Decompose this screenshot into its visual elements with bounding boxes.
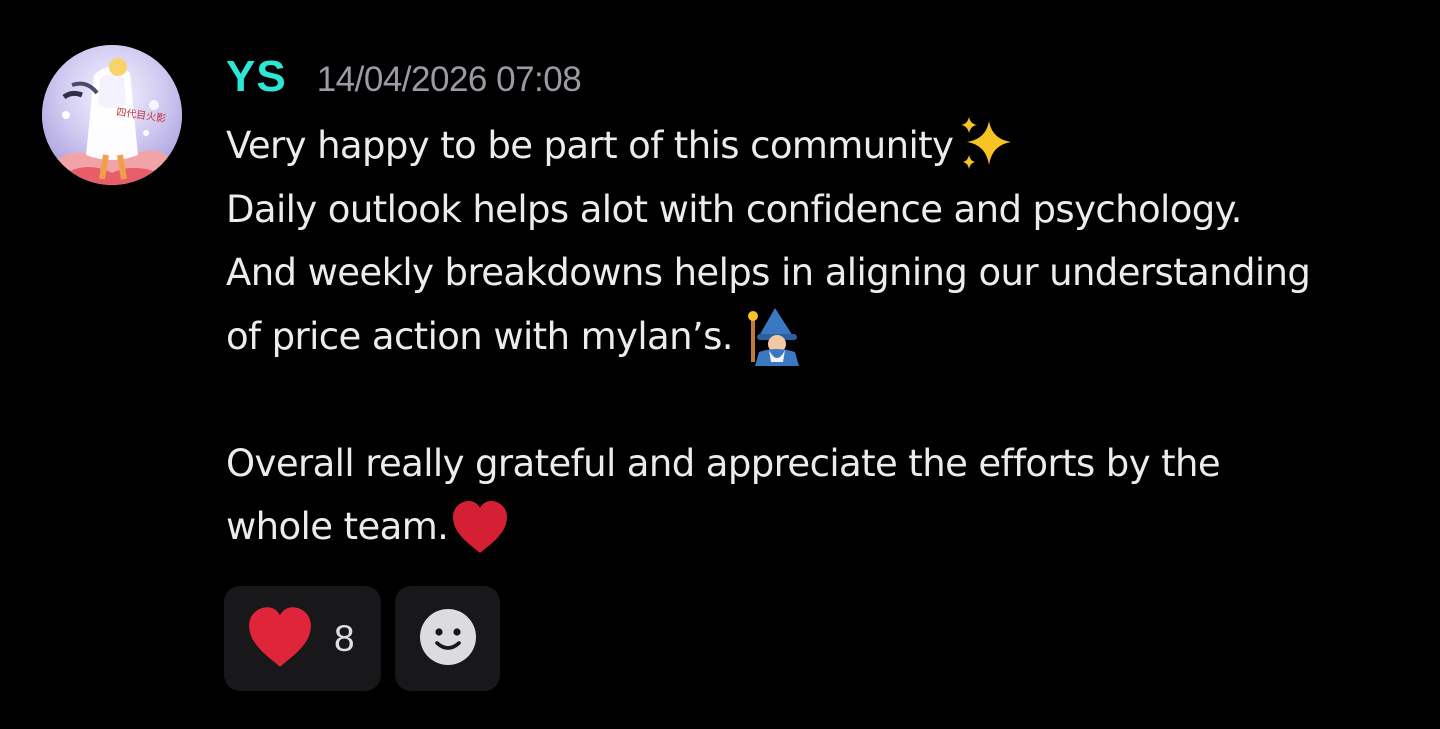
add-reaction-button[interactable] [395, 586, 500, 691]
message-line: And weekly breakdowns helps in aligning … [226, 241, 1426, 305]
reaction-count: 8 [334, 617, 355, 659]
sparkles-emoji [955, 115, 1017, 177]
message-line: Daily outlook helps alot with confidence… [226, 178, 1426, 242]
message-timestamp: 14/04/2026 07:08 [316, 60, 582, 99]
avatar-image: 四代目火影 [42, 45, 182, 185]
user-avatar[interactable]: 四代目火影 [42, 45, 182, 185]
message-line: Overall really grateful and appreciate t… [226, 432, 1426, 496]
red-heart-emoji [450, 499, 510, 555]
reactions-bar: 8 [224, 586, 500, 691]
message-line-text: Daily outlook helps alot with confidence… [226, 187, 1242, 231]
message-header: YS 14/04/2026 07:08 [226, 52, 582, 108]
message-line-text: And weekly breakdowns helps in aligning … [226, 251, 1311, 294]
message-line: whole team. [226, 495, 1426, 559]
message-line-text: of price action with mylan’s. [226, 314, 734, 358]
message-line: Very happy to be part of this community [226, 114, 1426, 178]
mage-emoji [745, 306, 805, 367]
message-content: Very happy to be part of this community … [226, 114, 1426, 559]
author-username[interactable]: YS [226, 52, 287, 102]
message-line-text: Very happy to be part of this community [226, 124, 954, 167]
message-line-text: Overall really grateful and appreciate t… [226, 441, 1221, 485]
message-line-text: whole team. [226, 505, 449, 548]
red-heart-emoji [244, 605, 316, 673]
chat-message: 四代目火影 YS 14/04/2026 07:08 Very happy to … [0, 0, 1440, 729]
message-line: of price action with mylan’s. [226, 305, 1426, 369]
message-line-blank [226, 368, 1426, 432]
add-reaction-smiley-icon [419, 608, 477, 670]
heart-reaction-button[interactable]: 8 [224, 586, 381, 691]
